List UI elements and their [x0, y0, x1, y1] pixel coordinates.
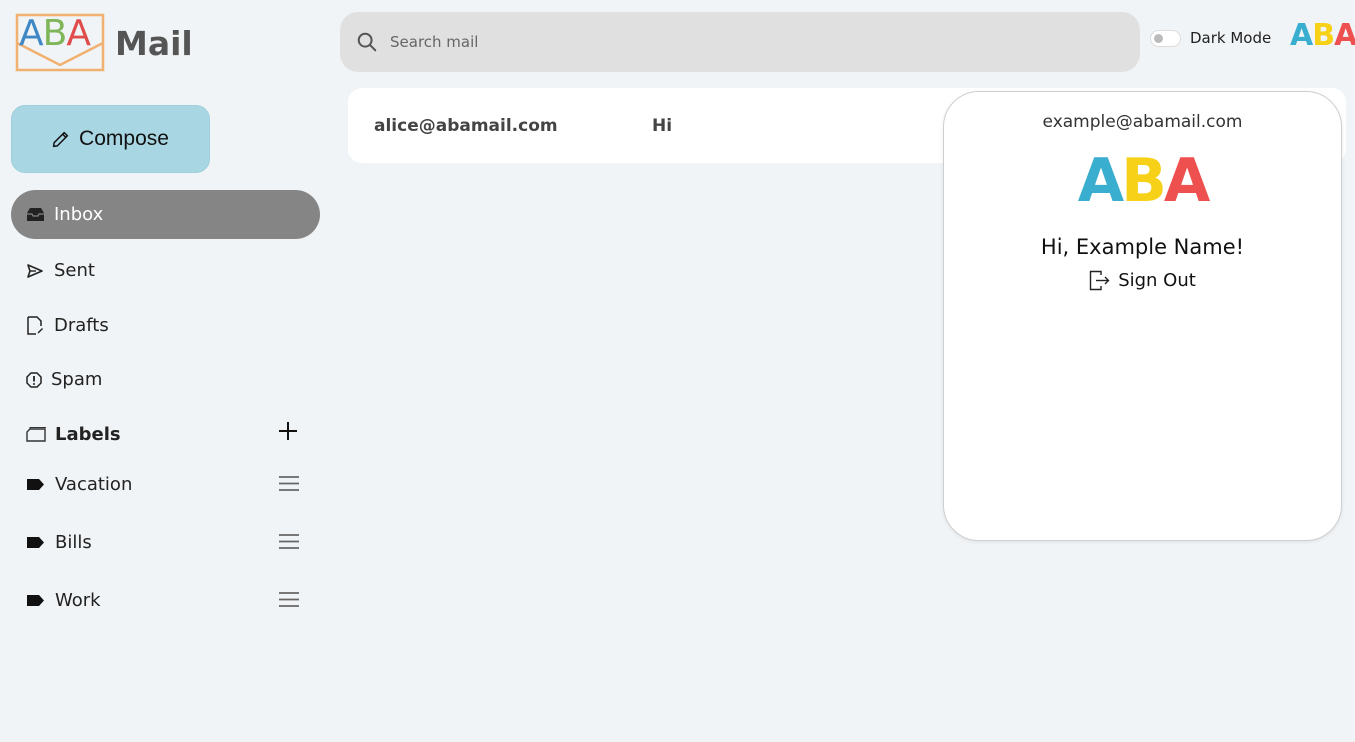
- dark-mode-label: Dark Mode: [1190, 29, 1272, 47]
- account-logo: ABA: [944, 148, 1341, 214]
- account-greeting: Hi, Example Name!: [1040, 235, 1245, 259]
- pencil-icon: [52, 131, 69, 147]
- logo-letter: A: [19, 13, 44, 54]
- label-menu-button[interactable]: [278, 533, 300, 555]
- sign-out-button[interactable]: Sign Out: [944, 270, 1341, 291]
- draft-icon: [26, 316, 48, 335]
- account-email: example@abamail.com: [1042, 112, 1243, 132]
- send-icon: [26, 263, 48, 279]
- app-name: Mail: [115, 23, 193, 63]
- tag-icon: [26, 478, 45, 491]
- account-logo-letter: A: [1077, 146, 1124, 216]
- tag-icon: [26, 594, 45, 607]
- labels-section-header: Labels: [26, 417, 316, 451]
- sidebar-item-inbox[interactable]: Inbox: [11, 190, 320, 239]
- sidebar-item-drafts[interactable]: Drafts: [11, 301, 320, 350]
- search-bar[interactable]: [340, 12, 1140, 72]
- menu-icon: [279, 534, 299, 549]
- sidebar-item-label: Inbox: [54, 204, 104, 225]
- account-popup: example@abamail.com ABA Hi, Example Name…: [943, 91, 1342, 541]
- compose-button[interactable]: Compose: [11, 105, 210, 173]
- sidebar-item-label: Spam: [51, 369, 103, 390]
- label-item-work[interactable]: Work: [26, 585, 316, 615]
- label-outline-icon: [26, 426, 46, 442]
- account-logo-letter: B: [1121, 146, 1167, 216]
- envelope-logo-icon: ABA: [15, 13, 105, 73]
- sidebar-item-spam[interactable]: Spam: [11, 355, 320, 404]
- dark-mode-switch[interactable]: [1150, 29, 1181, 47]
- search-icon: [357, 32, 377, 52]
- inbox-icon: [26, 207, 48, 222]
- compose-label: Compose: [79, 127, 169, 150]
- label-item-name: Work: [55, 589, 101, 611]
- menu-icon: [279, 476, 299, 491]
- plus-icon: [279, 422, 297, 440]
- avatar-letter: A: [1290, 18, 1313, 53]
- sign-out-label: Sign Out: [1118, 270, 1196, 291]
- label-menu-button[interactable]: [278, 591, 300, 613]
- label-item-bills[interactable]: Bills: [26, 527, 316, 557]
- switch-knob: [1154, 33, 1163, 43]
- avatar-letter: B: [1312, 18, 1335, 53]
- logo-letter: B: [42, 13, 68, 54]
- account-avatar-button[interactable]: ABA: [1290, 18, 1355, 53]
- avatar-letter: A: [1334, 18, 1355, 53]
- app-logo[interactable]: ABA Mail: [15, 13, 193, 73]
- logo-letter: A: [66, 13, 91, 54]
- account-logo-letter: A: [1163, 146, 1210, 216]
- sign-out-icon: [1089, 270, 1110, 291]
- search-input[interactable]: [390, 33, 1090, 51]
- mail-sender: alice@abamail.com: [374, 115, 558, 136]
- label-menu-button[interactable]: [278, 475, 300, 497]
- label-item-name: Vacation: [55, 473, 133, 495]
- menu-icon: [279, 592, 299, 607]
- sidebar-item-sent[interactable]: Sent: [11, 246, 320, 295]
- dark-mode-toggle[interactable]: Dark Mode: [1150, 29, 1271, 47]
- tag-icon: [26, 536, 45, 549]
- label-item-name: Bills: [55, 531, 92, 553]
- label-item-vacation[interactable]: Vacation: [26, 469, 316, 499]
- sidebar-item-label: Drafts: [54, 315, 109, 336]
- labels-title: Labels: [55, 423, 121, 445]
- add-label-button[interactable]: [278, 421, 298, 445]
- mail-subject: Hi: [652, 115, 673, 136]
- sidebar-item-label: Sent: [54, 260, 95, 281]
- spam-icon: [26, 371, 45, 388]
